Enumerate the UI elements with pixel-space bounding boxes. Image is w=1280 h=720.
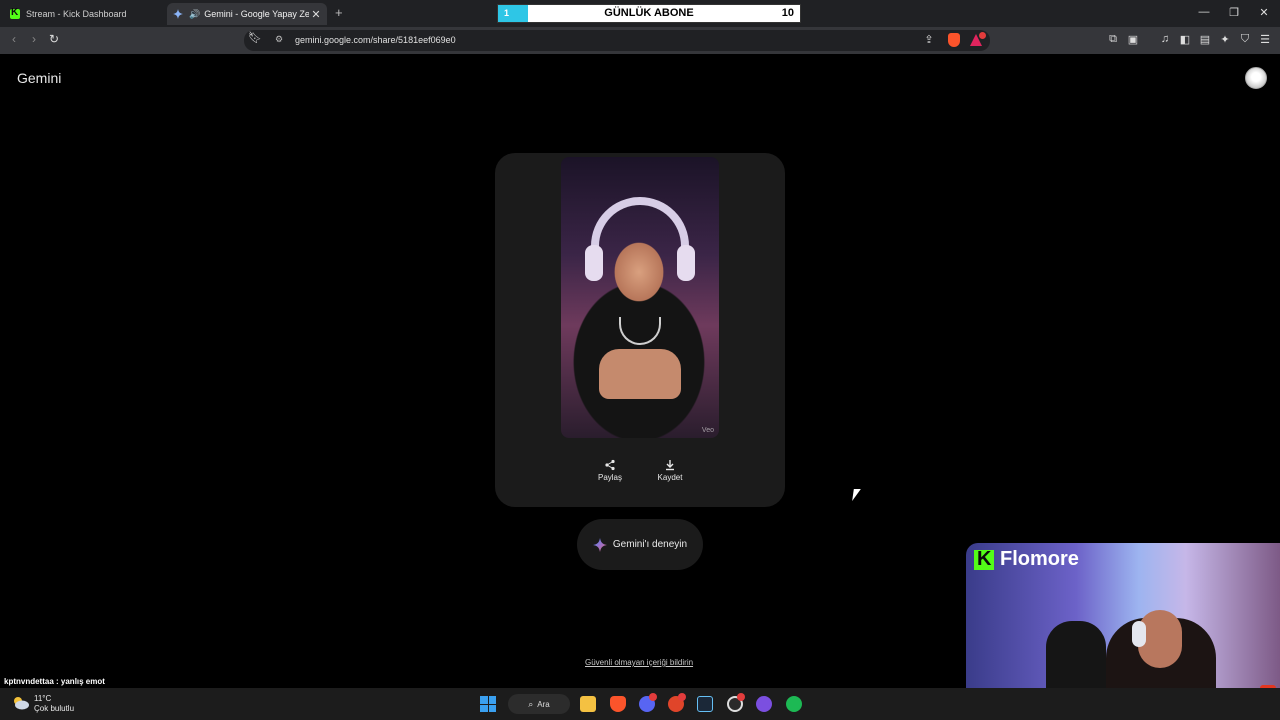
windows-logo-pane [480, 704, 488, 712]
kick-logo-icon [974, 548, 994, 571]
restore-icon[interactable]: ❐ [1226, 6, 1242, 19]
search-icon: ⌕ [528, 698, 534, 709]
share-icon [605, 459, 615, 471]
goal-title: GÜNLÜK ABONE [604, 7, 694, 19]
bookmark-icon[interactable]: 🔖︎ [248, 31, 262, 44]
speaker-icon[interactable]: 🔊 [189, 9, 200, 20]
tab-label: Stream - Kick Dashboard [26, 9, 127, 19]
try-gemini-label: Gemini'ı deneyin [612, 539, 688, 550]
brave-shields-icon[interactable] [948, 33, 960, 47]
headphone-right [677, 245, 695, 281]
video-player[interactable]: Veo [561, 157, 719, 438]
save-label: Kaydet [657, 473, 683, 482]
file-explorer-icon[interactable] [580, 696, 596, 712]
close-tab-icon[interactable]: ✕ [309, 8, 323, 21]
taskbar-search[interactable]: ⌕ Ara [508, 694, 570, 714]
try-gemini-button[interactable]: Gemini'ı deneyin [577, 519, 703, 570]
cloudy-weather-icon[interactable] [12, 696, 30, 710]
url-text[interactable]: gemini.google.com/share/5181eef069e0 [295, 35, 456, 45]
report-unsafe-content-link[interactable]: Güvenli olmayan içeriği bildirin [585, 658, 693, 667]
save-button[interactable]: Kaydet [650, 457, 690, 482]
chat-separator: : [53, 677, 61, 686]
site-info-icon[interactable]: ⚙ [275, 34, 283, 45]
chat-username: kptnvndettaa [4, 677, 54, 686]
extensions-icon[interactable]: ⧉ [1106, 33, 1120, 46]
sidebar-icon[interactable]: ◧ [1178, 33, 1192, 46]
tab-kick-dashboard[interactable]: Stream - Kick Dashboard [6, 3, 164, 25]
app-icon-purple[interactable] [756, 696, 772, 712]
windows-logo-pane [488, 704, 496, 712]
new-tab-button[interactable]: + [335, 5, 343, 20]
back-icon[interactable]: ‹ [6, 32, 22, 46]
app-badge [678, 693, 686, 701]
share-label: Paylaş [597, 473, 622, 482]
share-page-icon[interactable]: ⇪ [922, 33, 936, 46]
spotify-icon[interactable] [786, 696, 802, 712]
share-button[interactable]: Paylaş [590, 457, 630, 482]
mouse-cursor-icon [852, 489, 861, 501]
tab-gemini[interactable]: 🔊 Gemini - Google Yapay Zeka'y ✕ [167, 3, 327, 25]
search-label: Ara [537, 699, 550, 709]
weather-desc: Çok bulutlu [34, 704, 75, 713]
browser-tab-strip: Stream - Kick Dashboard 🔊 Gemini - Googl… [0, 0, 1280, 27]
account-avatar[interactable] [1245, 67, 1267, 89]
weather-temp: 11°C [34, 694, 52, 703]
screenshot-icon[interactable]: ▣ [1126, 33, 1140, 46]
windows-logo-pane [488, 696, 496, 704]
streamer-name: Flomore [1000, 548, 1079, 570]
windows-logo-pane [480, 696, 488, 704]
gemini-spark-icon [592, 537, 607, 552]
menu-icon[interactable]: ☰ [1258, 33, 1272, 46]
weather-widget[interactable]: 11°C Çok bulutlu [34, 694, 74, 714]
steam-icon[interactable] [697, 696, 713, 712]
goal-target: 10 [781, 7, 794, 19]
start-button[interactable] [480, 696, 496, 712]
stream-chat-message: kptnvndettaa : yanlış emot [4, 677, 105, 686]
minimize-icon[interactable]: — [1196, 6, 1212, 18]
chain-necklace [619, 317, 661, 345]
headphone-left [585, 245, 603, 281]
veo-watermark: Veo [701, 427, 714, 434]
streamer-headphones [1132, 621, 1146, 647]
close-window-icon[interactable]: ✕ [1256, 6, 1272, 19]
browser-toolbar: ‹ › ↻ 🔖︎ ⚙ gemini.google.com/share/5181e… [0, 27, 1280, 54]
gemini-icon [173, 9, 183, 19]
brave-browser-icon[interactable] [610, 696, 626, 712]
reload-icon[interactable]: ↻ [46, 32, 62, 46]
download-icon [666, 460, 674, 471]
wallet-icon[interactable]: ▤ [1198, 33, 1212, 46]
hands [599, 349, 681, 399]
leo-ai-icon[interactable]: ✦ [1218, 33, 1232, 46]
kick-icon [10, 7, 20, 19]
obs-badge [737, 693, 745, 701]
notification-badge [979, 32, 986, 39]
chat-text: yanlış emot [60, 677, 105, 686]
headphones-band [591, 197, 689, 267]
forward-icon[interactable]: › [26, 32, 42, 46]
media-icon[interactable]: ♫ [1158, 33, 1172, 45]
discord-badge [649, 693, 657, 701]
vpn-icon[interactable]: ⛉ [1238, 33, 1252, 46]
subscriber-goal-overlay: 1 GÜNLÜK ABONE 10 [497, 4, 801, 23]
gemini-brand[interactable]: Gemini [17, 70, 61, 86]
tab-label: Gemini - Google Yapay Zeka'y [204, 9, 309, 19]
